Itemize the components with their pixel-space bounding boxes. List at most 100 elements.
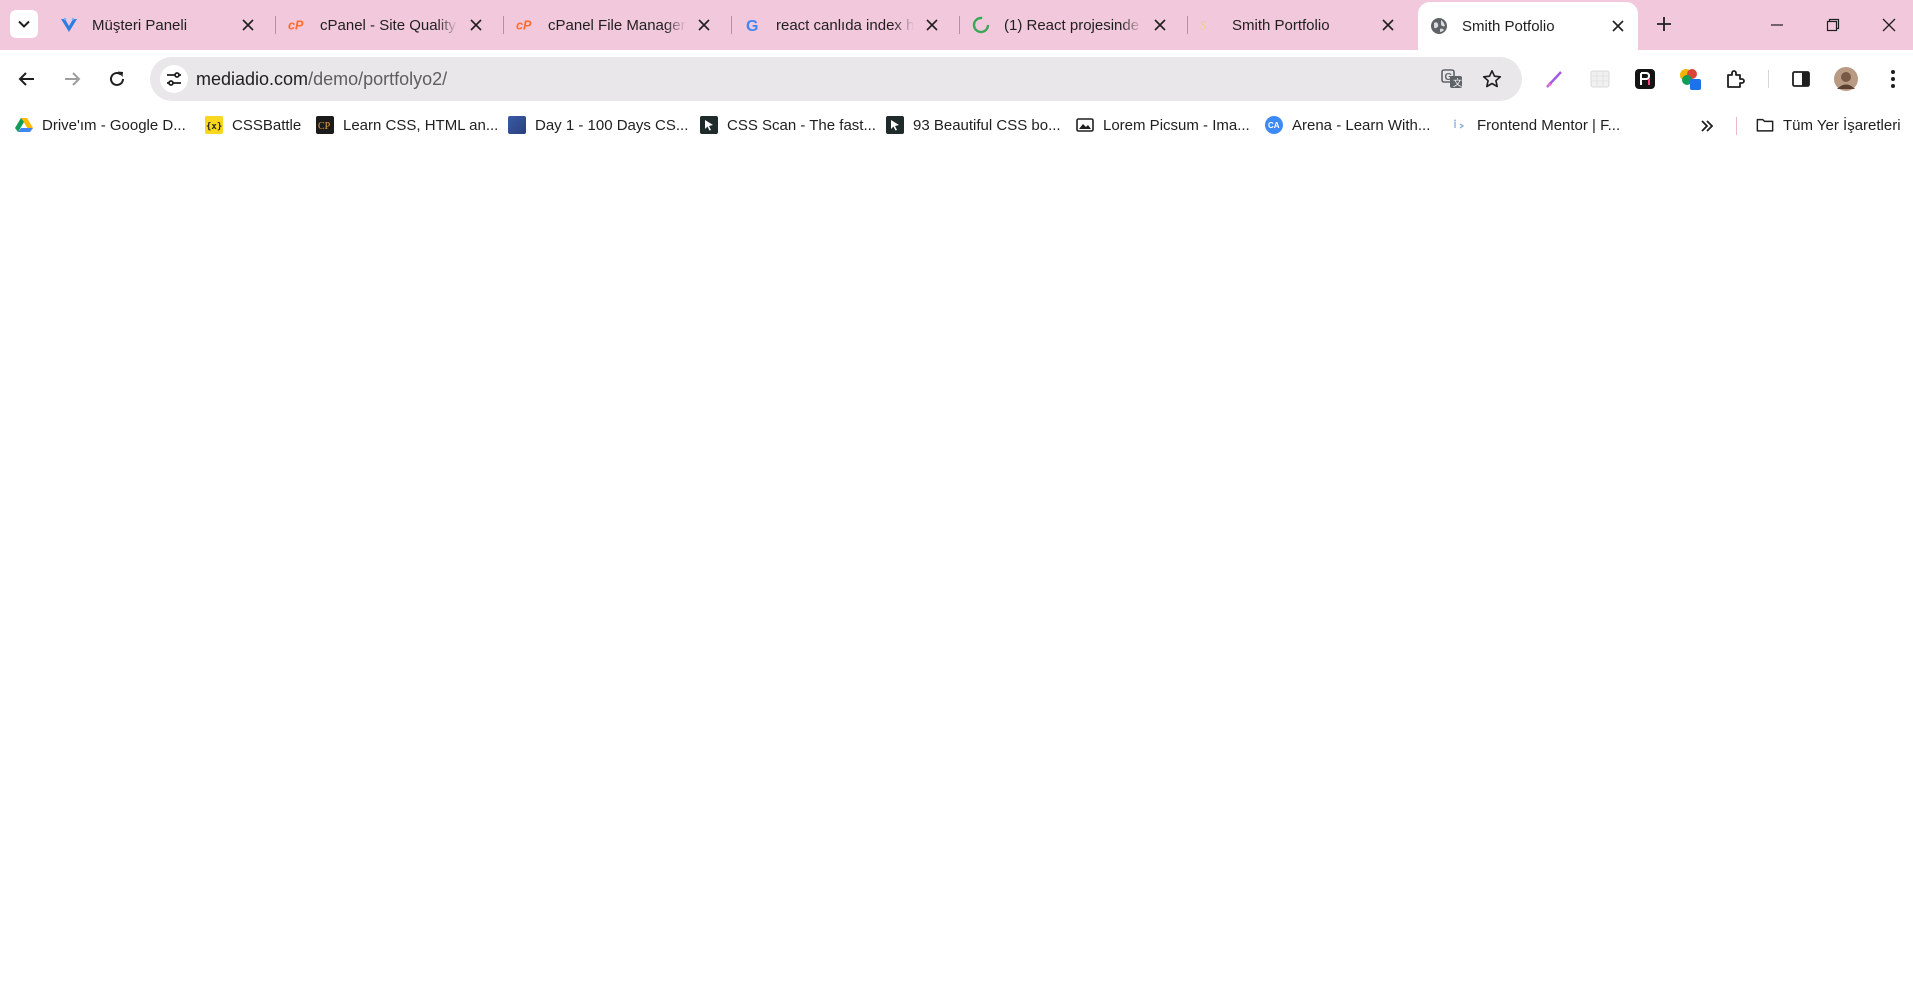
colorful-extension-icon: [1680, 69, 1701, 90]
bookmark-100-days-css[interactable]: Day 1 - 100 Days CS...: [508, 113, 688, 137]
tab-react-projesinde[interactable]: (1) React projesinde index: [960, 8, 1180, 42]
cssbattle-icon: {x}: [205, 116, 223, 134]
tab-title: Smith Potfolio: [1462, 17, 1555, 35]
bookmark-drive[interactable]: Drive'ım - Google D...: [15, 113, 186, 137]
puzzle-icon: [1727, 70, 1745, 88]
frontend-mentor-icon: [1450, 116, 1468, 134]
extension-dark-button[interactable]: [1630, 64, 1660, 94]
close-window-button[interactable]: [1861, 0, 1913, 50]
tab-title: cPanel - Site Quality Monitoring: [320, 16, 458, 34]
side-panel-button[interactable]: [1786, 64, 1816, 94]
google-drive-icon: [15, 116, 33, 134]
hosting-v-icon: [60, 16, 78, 34]
page-content-area: [0, 142, 1913, 1005]
minimize-icon: [1771, 24, 1783, 26]
bookmark-label: Day 1 - 100 Days CS...: [535, 116, 689, 134]
tab-musteri-paneli[interactable]: Müşteri Paneli: [48, 8, 268, 42]
reload-icon: [110, 71, 124, 86]
tab-title: Smith Portfolio: [1232, 16, 1330, 34]
tune-icon: [167, 72, 181, 86]
tab-cpanel-site-quality[interactable]: cP cPanel - Site Quality Monitoring: [276, 8, 496, 42]
svg-text:cP: cP: [288, 19, 304, 33]
svg-text:G: G: [746, 18, 758, 34]
browser-menu-button[interactable]: [1878, 64, 1908, 94]
close-tab-icon[interactable]: [922, 15, 942, 35]
image-icon: [1076, 116, 1094, 134]
close-tab-icon[interactable]: [1150, 15, 1170, 35]
close-tab-icon[interactable]: [1378, 15, 1398, 35]
chevron-down-icon: [18, 20, 30, 28]
bookmark-93-css-borders[interactable]: 93 Beautiful CSS bo...: [886, 113, 1061, 137]
arrow-left-icon: [18, 72, 34, 86]
url-path: /demo/portfolyo2/: [308, 69, 448, 89]
reload-button[interactable]: [101, 63, 133, 95]
svg-text:CP: CP: [318, 121, 331, 130]
loading-icon: [972, 16, 990, 34]
extension-colorful-button[interactable]: [1675, 64, 1705, 94]
browser-toolbar: mediadio.com/demo/portfolyo2/ G文: [0, 50, 1913, 108]
translate-button[interactable]: G文: [1438, 65, 1466, 93]
minimize-button[interactable]: [1749, 0, 1805, 50]
toolbar-divider: [1768, 70, 1769, 88]
address-bar[interactable]: mediadio.com/demo/portfolyo2/ G文: [150, 57, 1522, 101]
side-panel-icon: [1792, 71, 1810, 87]
cpanel-icon: cP: [288, 16, 306, 34]
bookmark-arena[interactable]: CA Arena - Learn With...: [1265, 113, 1430, 137]
bookmarks-bar: Drive'ım - Google D... {x} CSSBattle CP …: [0, 108, 1913, 142]
tab-cpanel-file-manager[interactable]: cP cPanel File Manager v3: [504, 8, 724, 42]
bookmark-lorem-picsum[interactable]: Lorem Picsum - Ima...: [1076, 113, 1250, 137]
tab-title: Müşteri Paneli: [92, 16, 188, 34]
avatar-icon: [1834, 67, 1858, 91]
tab-react-canlida[interactable]: G react canlıda index hatası: [732, 8, 952, 42]
cursor-icon: [700, 116, 718, 134]
tab-smith-potfolio-active[interactable]: Smith Potfolio: [1418, 2, 1638, 50]
star-icon: [1482, 70, 1502, 88]
profile-avatar[interactable]: [1831, 64, 1861, 94]
all-bookmarks-folder[interactable]: Tüm Yer İşaretleri: [1756, 113, 1901, 137]
plus-icon: [1657, 17, 1671, 31]
tab-smith-portfolio[interactable]: S. Smith Portfolio: [1188, 8, 1408, 42]
svg-text:文: 文: [1453, 77, 1462, 89]
close-tab-icon[interactable]: [1608, 16, 1628, 36]
url-text[interactable]: mediadio.com/demo/portfolyo2/: [196, 69, 447, 90]
bookmarks-divider: [1736, 117, 1737, 135]
restore-icon: [1826, 18, 1840, 32]
bookmark-label: CSSBattle: [232, 116, 302, 134]
site-info-button[interactable]: [160, 65, 188, 93]
more-bookmarks-button[interactable]: [1695, 114, 1719, 138]
bookmark-star-button[interactable]: [1478, 65, 1506, 93]
pen-icon: [1546, 71, 1562, 88]
new-tab-button[interactable]: [1652, 12, 1676, 36]
svg-text:cP: cP: [516, 19, 532, 33]
tab-title: (1) React projesinde index: [1004, 16, 1142, 34]
cursor-icon: [886, 116, 904, 134]
cpanel-icon: cP: [516, 16, 534, 34]
bookmark-css-scan[interactable]: CSS Scan - The fast...: [700, 113, 876, 137]
restore-button[interactable]: [1805, 0, 1861, 50]
globe-icon: [1430, 17, 1448, 35]
arena-icon: CA: [1265, 116, 1283, 134]
more-vertical-icon: [1891, 70, 1895, 88]
bookmark-label: Drive'ım - Google D...: [42, 116, 186, 134]
tab-title: cPanel File Manager v3: [548, 16, 686, 34]
back-button[interactable]: [11, 63, 43, 95]
close-tab-icon[interactable]: [694, 15, 714, 35]
forward-button[interactable]: [56, 63, 88, 95]
extension-grid-button[interactable]: [1585, 64, 1615, 94]
close-tab-icon[interactable]: [466, 15, 486, 35]
google-icon: G: [744, 16, 762, 34]
extension-pen-button[interactable]: [1540, 64, 1570, 94]
bookmark-label: CSS Scan - The fast...: [727, 116, 876, 134]
svg-text:S.: S.: [1200, 19, 1209, 33]
tab-search-button[interactable]: [10, 10, 38, 38]
bookmark-label: Arena - Learn With...: [1292, 116, 1431, 134]
bookmark-frontend-mentor[interactable]: Frontend Mentor | F...: [1450, 113, 1620, 137]
bookmark-label: Lorem Picsum - Ima...: [1103, 116, 1250, 134]
bookmark-learn-css[interactable]: CP Learn CSS, HTML an...: [316, 113, 498, 137]
bookmark-cssbattle[interactable]: {x} CSSBattle: [205, 113, 301, 137]
svg-text:CA: CA: [1268, 121, 1280, 130]
app-icon: [1635, 69, 1655, 89]
close-tab-icon[interactable]: [238, 15, 258, 35]
arrow-right-icon: [65, 72, 81, 86]
extensions-button[interactable]: [1720, 64, 1750, 94]
